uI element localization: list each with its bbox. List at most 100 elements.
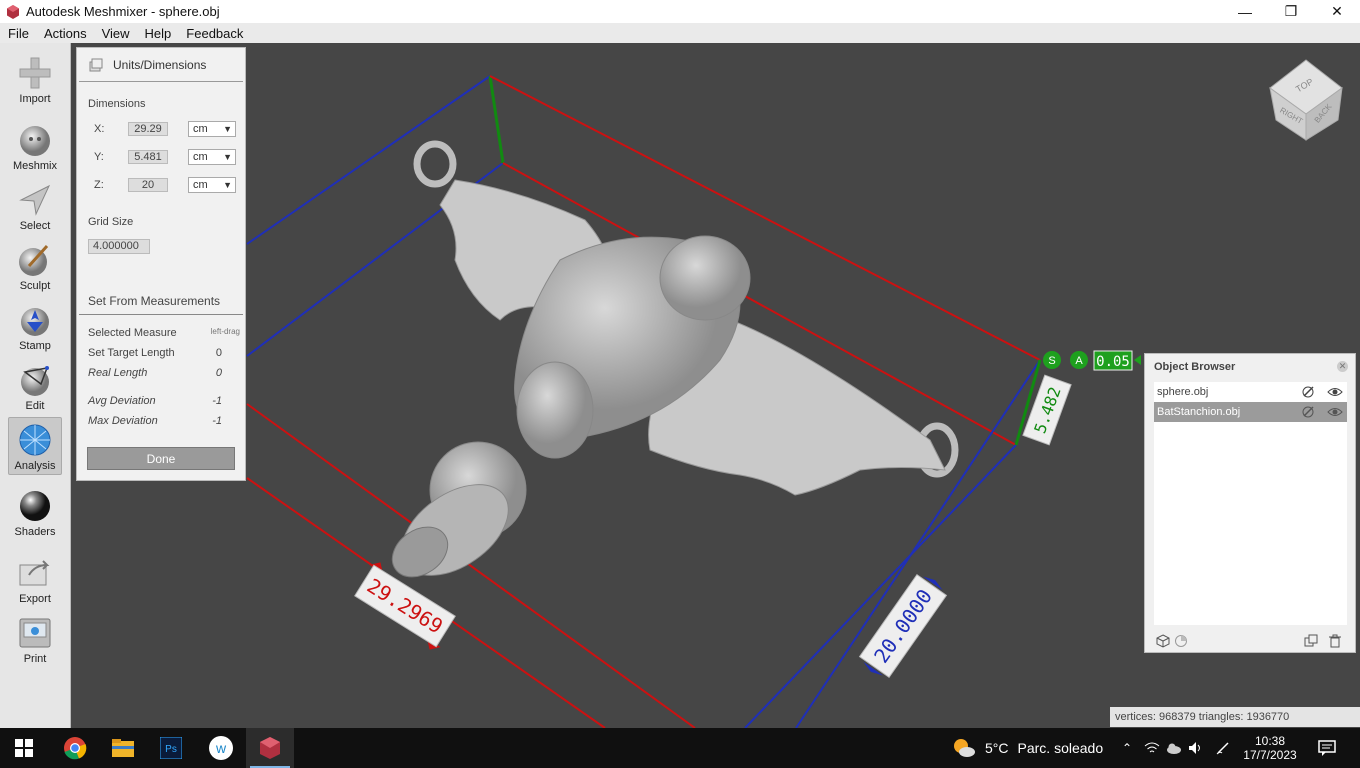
tool-analysis-label: Analysis [14, 460, 56, 472]
real-length-label: Real Length [88, 367, 148, 379]
chevron-up-icon[interactable]: ⌃ [1118, 741, 1136, 755]
tool-import[interactable]: Import [8, 51, 62, 109]
tool-meshmix-label: Meshmix [12, 160, 57, 172]
notifications-button[interactable] [1318, 728, 1338, 768]
target-length-label: Set Target Length [88, 347, 175, 359]
chevron-down-icon: ▼ [223, 152, 232, 162]
meshmixer-logo-icon [7, 4, 19, 19]
pie-icon[interactable] [1174, 634, 1188, 648]
snap-s-label: S [1048, 355, 1055, 367]
chevron-down-icon: ▼ [223, 180, 232, 190]
edit-pencil-icon[interactable] [1301, 385, 1315, 399]
menu-feedback[interactable]: Feedback [178, 26, 250, 41]
snap-value[interactable]: 0.05 [1096, 354, 1130, 370]
tool-analysis[interactable]: Analysis [8, 417, 62, 475]
window-title: Autodesk Meshmixer - sphere.obj [26, 4, 220, 19]
dim-x-input[interactable]: 29.29 [128, 122, 168, 136]
dimensions-heading: Dimensions [88, 98, 146, 110]
dim-z-label: Z: [94, 179, 104, 191]
dim-y-label: Y: [94, 151, 104, 163]
tool-print[interactable]: Print [8, 611, 62, 669]
windows-taskbar: Ps w 5°C Parc. soleado ⌃ 10:38 17/7/2023 [0, 728, 1360, 768]
dim-y-unit: cm [193, 151, 208, 163]
snap-widget[interactable]: S A 0.05 [1043, 350, 1141, 371]
export-icon [19, 560, 50, 586]
view-cube[interactable]: TOP RIGHT BACK [1269, 59, 1343, 141]
snap-a-label: A [1075, 355, 1083, 367]
menu-view[interactable]: View [94, 26, 137, 41]
wifi-icon[interactable] [1144, 741, 1160, 755]
duplicate-icon[interactable] [1304, 634, 1318, 648]
menu-file[interactable]: File [0, 26, 36, 41]
dim-row-z: Z: 20 cm ▼ [88, 177, 238, 193]
onedrive-cloud-icon[interactable] [1166, 741, 1182, 755]
tool-export[interactable]: Export [8, 551, 62, 609]
close-button[interactable]: ✕ [1314, 0, 1360, 23]
eye-icon[interactable] [1327, 405, 1343, 419]
dim-y-input[interactable]: 5.481 [128, 150, 168, 164]
windows-logo-icon [15, 739, 33, 757]
target-length-value[interactable]: 0 [216, 347, 240, 359]
maximize-button[interactable]: ❐ [1268, 0, 1314, 23]
dimension-z-tag[interactable]: 20.0000 [856, 570, 950, 682]
list-item[interactable]: BatStanchion.obj [1154, 402, 1347, 422]
dimension-y-tag[interactable]: 5.482 [1022, 374, 1072, 446]
object-browser-panel: Object Browser ✕ sphere.obj BatStanchion… [1144, 353, 1356, 653]
brush-icon [19, 244, 49, 276]
mesh-bat-stanchion[interactable] [383, 140, 959, 594]
taskbar-explorer[interactable] [99, 728, 147, 768]
system-tray: ⌃ [1118, 728, 1230, 768]
printer-icon [19, 618, 51, 648]
weather-temp: 5°C [985, 740, 1009, 756]
taskbar-meshmixer[interactable] [246, 728, 294, 768]
tool-export-label: Export [19, 593, 51, 605]
trash-icon[interactable] [1328, 634, 1342, 648]
tool-stamp[interactable]: Stamp [8, 298, 62, 356]
grid-size-input[interactable]: 4.000000 [88, 239, 150, 254]
speaker-icon[interactable] [1188, 741, 1204, 755]
w-app-icon: w [209, 736, 233, 760]
dim-x-unit-select[interactable]: cm ▼ [188, 121, 236, 137]
max-deviation-label: Max Deviation [88, 415, 158, 427]
done-button[interactable]: Done [87, 447, 235, 470]
start-button[interactable] [0, 728, 48, 768]
tool-import-label: Import [19, 93, 51, 105]
max-deviation-row: Max Deviation -1 [88, 415, 240, 427]
tool-shaders[interactable]: Shaders [8, 484, 62, 542]
dim-y-unit-select[interactable]: cm ▼ [188, 149, 236, 165]
arrow-icon [19, 184, 51, 216]
partly-sunny-icon [954, 739, 975, 757]
object-name: sphere.obj [1157, 386, 1209, 398]
minimize-button[interactable]: — [1222, 0, 1268, 23]
dim-z-unit-select[interactable]: cm ▼ [188, 177, 236, 193]
notification-icon [1318, 740, 1336, 756]
weather-text: Parc. soleado [1017, 740, 1104, 756]
object-name: BatStanchion.obj [1157, 406, 1241, 418]
dim-z-input[interactable]: 20 [128, 178, 168, 192]
units-dimensions-panel: Units/Dimensions Dimensions X: 29.29 cm ▼… [76, 47, 246, 481]
menu-help[interactable]: Help [137, 26, 179, 41]
clock[interactable]: 10:38 17/7/2023 [1240, 728, 1300, 768]
taskbar-chrome[interactable] [51, 728, 99, 768]
bbox-edge-green [488, 75, 505, 164]
edit-pencil-icon[interactable] [1301, 405, 1315, 419]
object-browser-footer [1154, 632, 1347, 650]
pen-icon[interactable] [1216, 741, 1230, 755]
tool-select[interactable]: Select [8, 178, 62, 236]
tool-sculpt[interactable]: Sculpt [8, 238, 62, 296]
stamp-icon [21, 308, 49, 336]
taskbar-w-app[interactable]: w [197, 728, 245, 768]
weather-widget[interactable]: 5°C Parc. soleado [952, 728, 1103, 768]
menu-actions[interactable]: Actions [36, 26, 94, 41]
eye-icon[interactable] [1327, 385, 1343, 399]
tool-meshmix[interactable]: Meshmix [8, 118, 62, 176]
cube-icon[interactable] [1156, 634, 1170, 648]
panel-collapse-icon[interactable] [89, 58, 103, 72]
close-icon[interactable]: ✕ [1337, 361, 1348, 372]
tool-sidebar: Import Meshmix Select Sculpt Stamp Edit … [0, 43, 71, 728]
taskbar-photoshop[interactable]: Ps [147, 728, 195, 768]
tool-stamp-label: Stamp [19, 340, 51, 352]
tool-edit[interactable]: Edit [8, 358, 62, 416]
panel-header: Units/Dimensions [79, 48, 243, 82]
list-item[interactable]: sphere.obj [1154, 382, 1347, 402]
